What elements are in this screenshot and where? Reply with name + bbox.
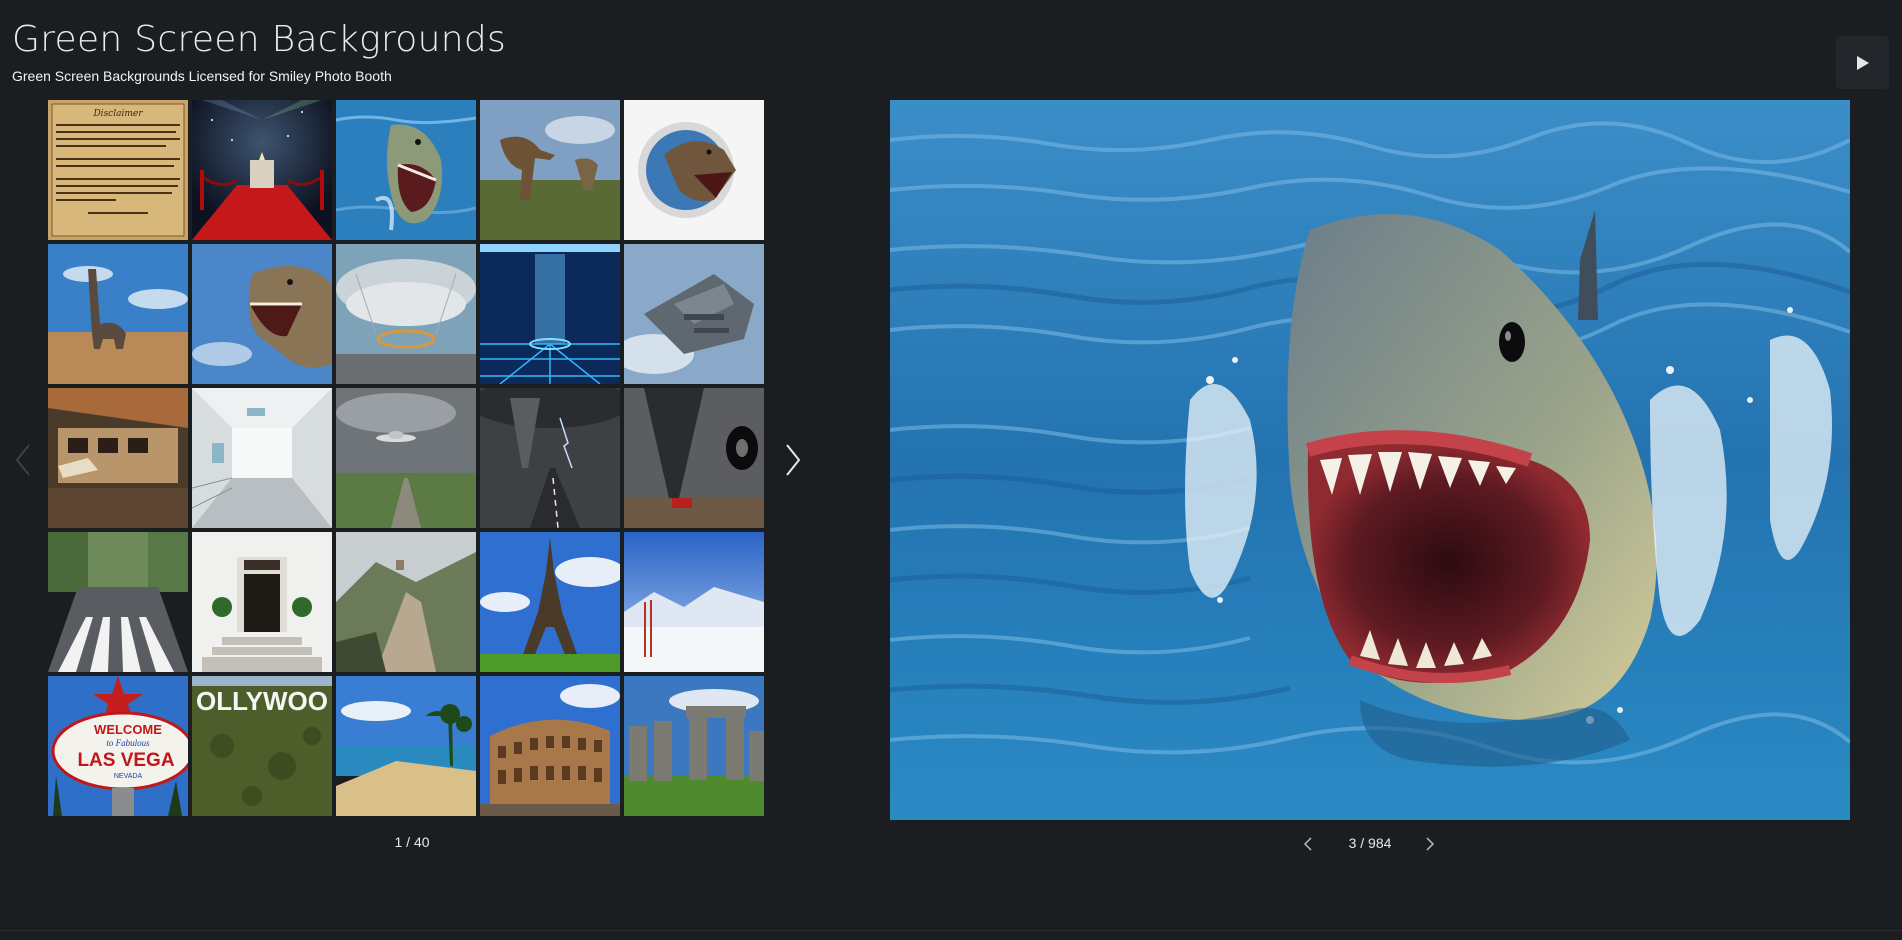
slideshow-play-button[interactable] — [1836, 36, 1889, 89]
thumbnail-ufo[interactable] — [336, 388, 476, 528]
thumbnail-disclaimer[interactable]: Disclaimer — [48, 100, 188, 240]
thumbnail-grid: Disclaimer WELCOME to Fabulous LAS VEGA … — [48, 100, 765, 817]
grid-next-button[interactable] — [778, 440, 808, 480]
viewer-prev-button[interactable] — [1298, 834, 1318, 854]
play-icon — [1856, 55, 1869, 70]
thumbnail-brachiosaurus[interactable] — [48, 244, 188, 384]
thumbnail-t-rex-breakthrough[interactable] — [624, 100, 764, 240]
disclaimer-heading: Disclaimer — [92, 109, 143, 119]
thumbnail-snow-mountains[interactable] — [624, 532, 764, 672]
vegas-fabulous-text: to Fabulous — [106, 738, 150, 748]
thumbnail-doorway[interactable] — [192, 532, 332, 672]
hollywood-text: OLLYWOO — [196, 686, 328, 716]
thumbnail-las-vegas-sign[interactable]: WELCOME to Fabulous LAS VEGA NEVADA — [48, 676, 188, 816]
thumbnail-t-rex-sky[interactable] — [192, 244, 332, 384]
thumbnail-sci-fi-chamber[interactable] — [480, 244, 620, 384]
thumbnail-hollywood-sign[interactable]: OLLYWOO — [192, 676, 332, 816]
chevron-left-icon — [15, 444, 30, 476]
chevron-right-icon — [1426, 837, 1435, 851]
page-subtitle: Green Screen Backgrounds Licensed for Sm… — [12, 68, 392, 84]
thumbnail-eiffel-tower[interactable] — [480, 532, 620, 672]
thumbnail-white-corridor[interactable] — [192, 388, 332, 528]
thumbnail-red-carpet[interactable] — [192, 100, 332, 240]
thumbnail-tornado-road[interactable] — [480, 388, 620, 528]
footer-divider — [0, 930, 1902, 931]
thumbnail-t-rex-herd[interactable] — [480, 100, 620, 240]
viewer-next-button[interactable] — [1420, 834, 1440, 854]
thumbnail-page-counter: 1 / 40 — [394, 834, 430, 850]
thumbnail-abbey-road[interactable] — [48, 532, 188, 672]
vegas-state-text: NEVADA — [114, 773, 143, 780]
thumbnail-beach[interactable] — [336, 676, 476, 816]
chevron-right-icon — [786, 444, 801, 476]
thumbnail-great-wall[interactable] — [336, 532, 476, 672]
grid-prev-button[interactable] — [8, 440, 38, 480]
main-image[interactable] — [890, 100, 1850, 820]
thumbnail-stonehenge[interactable] — [624, 676, 764, 816]
thumbnail-spaceship-interior[interactable] — [336, 244, 476, 384]
thumbnail-colosseum[interactable] — [480, 676, 620, 816]
viewer-counter: 3 / 984 — [1348, 835, 1392, 851]
thumbnail-tornado-tire[interactable] — [624, 388, 764, 528]
thumbnail-spaceship[interactable] — [624, 244, 764, 384]
chevron-left-icon — [1303, 837, 1312, 851]
thumbnail-train[interactable] — [48, 388, 188, 528]
vegas-welcome-text: WELCOME — [94, 722, 162, 737]
thumbnail-shark[interactable] — [336, 100, 476, 240]
vegas-city-text: LAS VEGA — [77, 750, 174, 771]
page-title: Green Screen Backgrounds — [12, 19, 507, 60]
